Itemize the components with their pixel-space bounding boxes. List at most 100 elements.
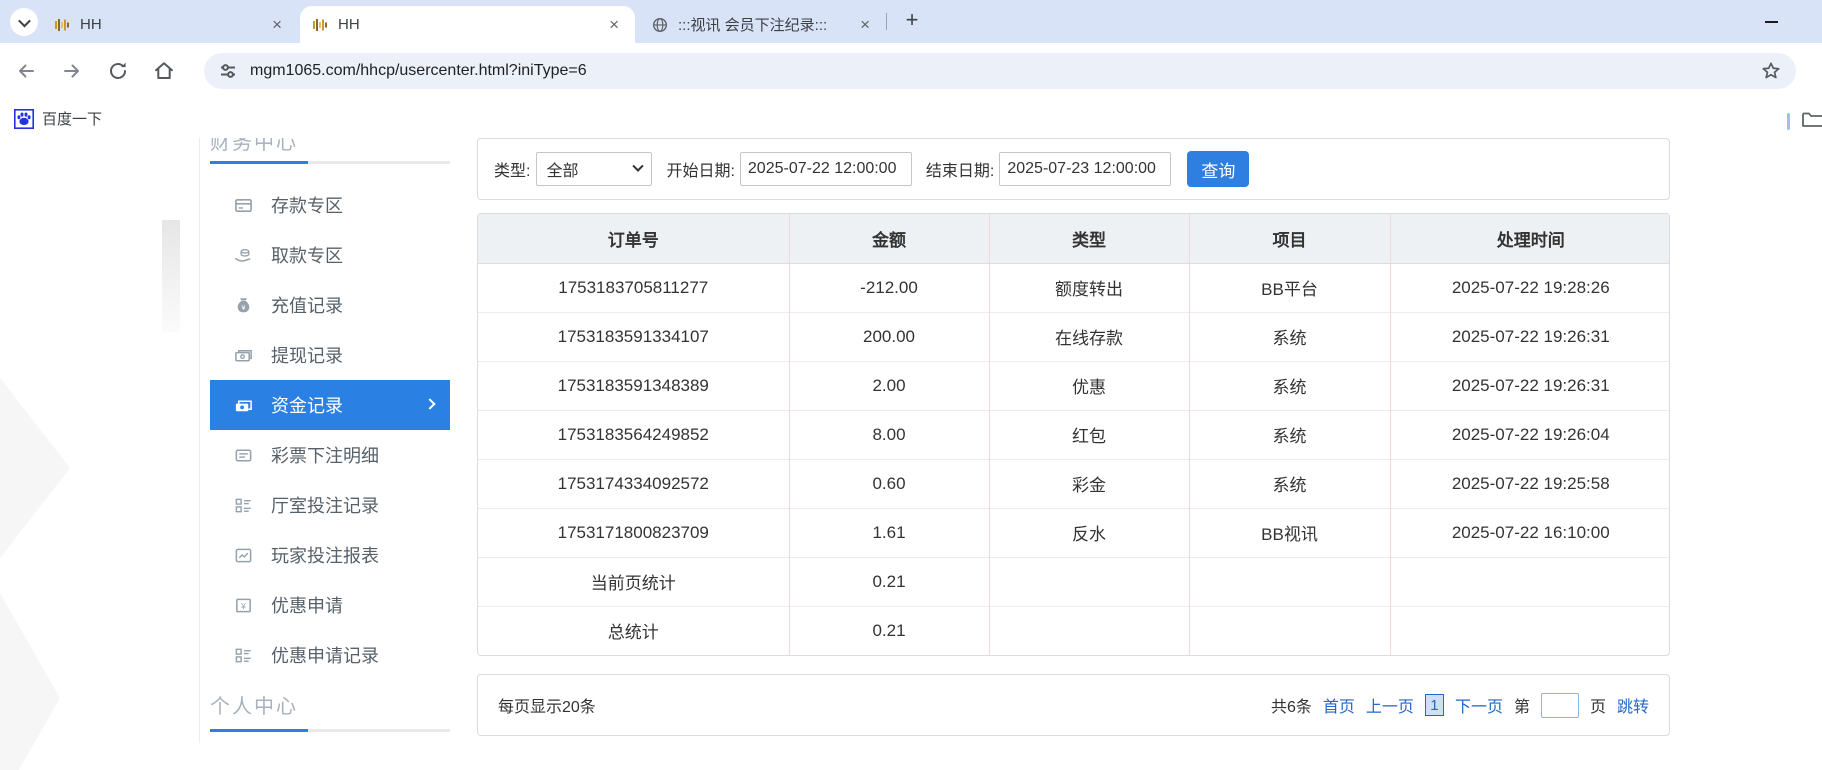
search-button[interactable]: 查询	[1187, 151, 1250, 187]
chevron-right-icon	[424, 398, 436, 410]
table-cell: 1753183591334107	[478, 311, 789, 361]
sidebar-item-4-active[interactable]: 资金记录	[210, 380, 450, 430]
table-row: 1753171800823709 1.61 反水 BB视讯 2025-07-22 16:…	[478, 507, 1669, 557]
table-cell: 2025-07-22 19:28:26	[1389, 263, 1669, 312]
sidebar-menu: 存款专区取款专区 ¥ 充值记录提现记录 资金记录 彩票下注明细 厅室投注记录玩家投注报表 ¥…	[210, 180, 450, 680]
type-label: 类型:	[494, 163, 531, 180]
moneybag-icon: ¥	[234, 296, 253, 315]
site-info-icon[interactable]	[218, 61, 238, 81]
end-date-label: 结束日期:	[925, 163, 995, 180]
underline-accent	[210, 729, 308, 732]
prev-page-link[interactable]: 上一页	[1366, 693, 1414, 717]
table-cell: 0.21	[788, 556, 989, 606]
table-cell: 1753174334092572	[478, 458, 789, 508]
table-cell: 1753183564249852	[478, 409, 789, 459]
tab-title: HH	[338, 16, 360, 33]
current-page-badge[interactable]: 1	[1424, 694, 1444, 716]
column-header: 订单号	[478, 214, 789, 264]
sidebar-item-8[interactable]: ¥ 优惠申请	[210, 580, 450, 630]
minimize-icon	[1764, 21, 1778, 23]
jump-button[interactable]: 跳转	[1617, 693, 1649, 717]
home-button[interactable]	[152, 59, 176, 83]
underline-track	[308, 161, 450, 164]
table-cell: 总统计	[478, 605, 789, 655]
pagination-controls: 共6条 首页 上一页 1 下一页 第 页 跳转	[1271, 692, 1649, 718]
back-button[interactable]	[14, 59, 38, 83]
player-report-icon	[234, 546, 253, 565]
sidebar-item-5[interactable]: 彩票下注明细	[210, 430, 450, 480]
folder-icon[interactable]	[1801, 108, 1822, 130]
chevron-down-icon	[632, 160, 645, 172]
sidebar-item-1[interactable]: 取款专区	[210, 230, 450, 280]
sidebar-item-label: 充值记录	[271, 296, 343, 316]
tab-search-chevron-button[interactable]	[10, 8, 38, 36]
promo-record-icon	[234, 646, 253, 665]
table-row: 1753183591348389 2.00 优惠 系统 2025-07-22 19:26…	[478, 360, 1669, 410]
sidebar-section-personal: 个人中心	[210, 696, 298, 718]
tab-3[interactable]: :::视讯 会员下注纪录::: ×	[640, 6, 886, 43]
table-row: 1753183705811277 -212.00 额度转出 BB平台 2025-07-2…	[478, 263, 1669, 312]
bookmark-star-icon[interactable]	[1760, 60, 1782, 82]
bookmark-baidu[interactable]: 百度一下	[14, 108, 102, 129]
table-cell: 在线存款	[988, 311, 1189, 361]
sidebar-item-3[interactable]: 提现记录	[210, 330, 450, 380]
sidebar-item-label: 玩家投注报表	[271, 546, 379, 566]
background-decoration	[0, 220, 180, 770]
gold-waveform-favicon	[55, 18, 69, 31]
close-tab-icon[interactable]: ×	[268, 14, 286, 35]
table-cell: 1.61	[788, 507, 989, 557]
next-page-link[interactable]: 下一页	[1455, 693, 1503, 717]
main-panel: 类型: 全部 开始日期: 结束日期: 查询 订单号金额类型项目处理时间 1753…	[477, 138, 1670, 736]
url-text[interactable]: mgm1065.com/hhcp/usercenter.html?iniType…	[250, 62, 587, 80]
tab-1[interactable]: HH ×	[42, 6, 298, 43]
address-bar[interactable]: mgm1065.com/hhcp/usercenter.html?iniType…	[204, 53, 1796, 89]
sidebar: 财务中心 存款专区 取款专区 ¥ 充值记录 提现记录 资金记录 彩票下注明细 厅室投注记录 玩家…	[210, 138, 450, 732]
tab-strip: HH × HH × :::视讯 会员下注纪录::: × +	[0, 0, 1822, 43]
sidebar-item-6[interactable]: 厅室投注记录	[210, 480, 450, 530]
tab-2-active[interactable]: HH ×	[300, 6, 635, 43]
table-cell: 系统	[1188, 458, 1390, 508]
table-cell: 2025-07-22 19:25:58	[1389, 458, 1669, 508]
sidebar-item-label: 存款专区	[271, 196, 343, 216]
section-underline	[210, 729, 450, 732]
chevron-down-icon	[17, 14, 31, 27]
reload-button[interactable]	[106, 59, 130, 83]
underline-track	[308, 729, 450, 732]
start-date-input[interactable]	[739, 152, 912, 186]
table-cell	[1389, 605, 1669, 655]
jump-page-input[interactable]	[1540, 692, 1579, 718]
window-minimize-button[interactable]	[1760, 12, 1782, 32]
type-select[interactable]: 全部	[536, 152, 653, 186]
underline-accent	[210, 161, 308, 164]
sidebar-item-label: 优惠申请记录	[271, 646, 379, 666]
svg-text:¥: ¥	[240, 601, 246, 611]
table-cell: 系统	[1188, 360, 1390, 410]
forward-button[interactable]	[60, 59, 84, 83]
new-tab-button[interactable]: +	[896, 4, 928, 36]
sidebar-item-7[interactable]: 玩家投注报表	[210, 530, 450, 580]
end-date-input[interactable]	[999, 152, 1172, 186]
table-cell: BB视讯	[1188, 507, 1390, 557]
close-tab-icon[interactable]: ×	[605, 14, 623, 35]
lottery-detail-icon	[234, 446, 253, 465]
first-page-link[interactable]: 首页	[1323, 693, 1355, 717]
table-row: 1753183564249852 8.00 红包 系统 2025-07-22 19:26…	[478, 409, 1669, 459]
records-table: 订单号 金额 类型 项目 处理时间 1753183705811277 -212.00 额度转…	[478, 214, 1669, 655]
sidebar-item-9[interactable]: 优惠申请记录	[210, 630, 450, 680]
column-header: 项目	[1188, 214, 1390, 264]
table-cell: 200.00	[788, 311, 989, 361]
deposit-card-icon	[234, 196, 253, 215]
table-cell: 0.60	[788, 458, 989, 508]
table-cell: 2025-07-22 16:10:00	[1389, 507, 1669, 557]
section-underline	[210, 161, 450, 164]
start-date-label: 开始日期:	[666, 163, 735, 180]
baidu-paw-icon	[14, 108, 34, 129]
table-cell: 反水	[988, 507, 1189, 557]
funds-icon	[234, 396, 253, 415]
sidebar-item-2[interactable]: ¥ 充值记录	[210, 280, 450, 330]
table-row: 1753174334092572 0.60 彩金 系统 2025-07-22 19:25…	[478, 458, 1669, 508]
table-cell	[988, 556, 1189, 606]
close-tab-icon[interactable]: ×	[856, 14, 874, 35]
table-cell: BB平台	[1188, 263, 1390, 312]
sidebar-item-0[interactable]: 存款专区	[210, 180, 450, 230]
